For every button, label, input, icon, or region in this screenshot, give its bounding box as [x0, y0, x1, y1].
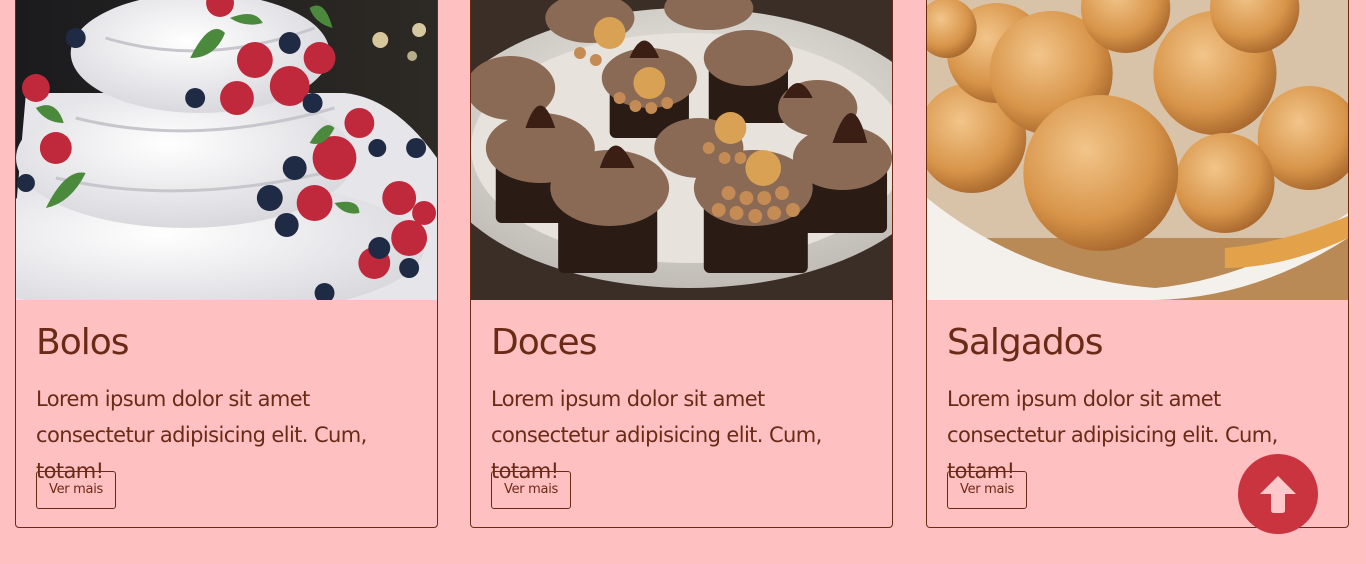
arrow-up-icon — [1260, 476, 1296, 513]
card-image-cupcakes — [471, 0, 892, 300]
scroll-to-top-button[interactable] — [1238, 454, 1318, 534]
ver-mais-button[interactable]: Ver mais — [36, 471, 116, 509]
card-doces: Doces Lorem ipsum dolor sit amet consect… — [470, 0, 893, 528]
card-bolos: Bolos Lorem ipsum dolor sit amet consect… — [15, 0, 438, 528]
ver-mais-button[interactable]: Ver mais — [947, 471, 1027, 509]
card-title: Doces — [491, 322, 597, 363]
card-salgados: Salgados Lorem ipsum dolor sit amet cons… — [926, 0, 1349, 528]
card-image-fried-snacks — [927, 0, 1348, 300]
cards-row: Bolos Lorem ipsum dolor sit amet consect… — [0, 0, 1366, 564]
card-title: Salgados — [947, 322, 1103, 363]
card-image-cake — [16, 0, 437, 300]
ver-mais-button[interactable]: Ver mais — [491, 471, 571, 509]
card-title: Bolos — [36, 322, 130, 363]
